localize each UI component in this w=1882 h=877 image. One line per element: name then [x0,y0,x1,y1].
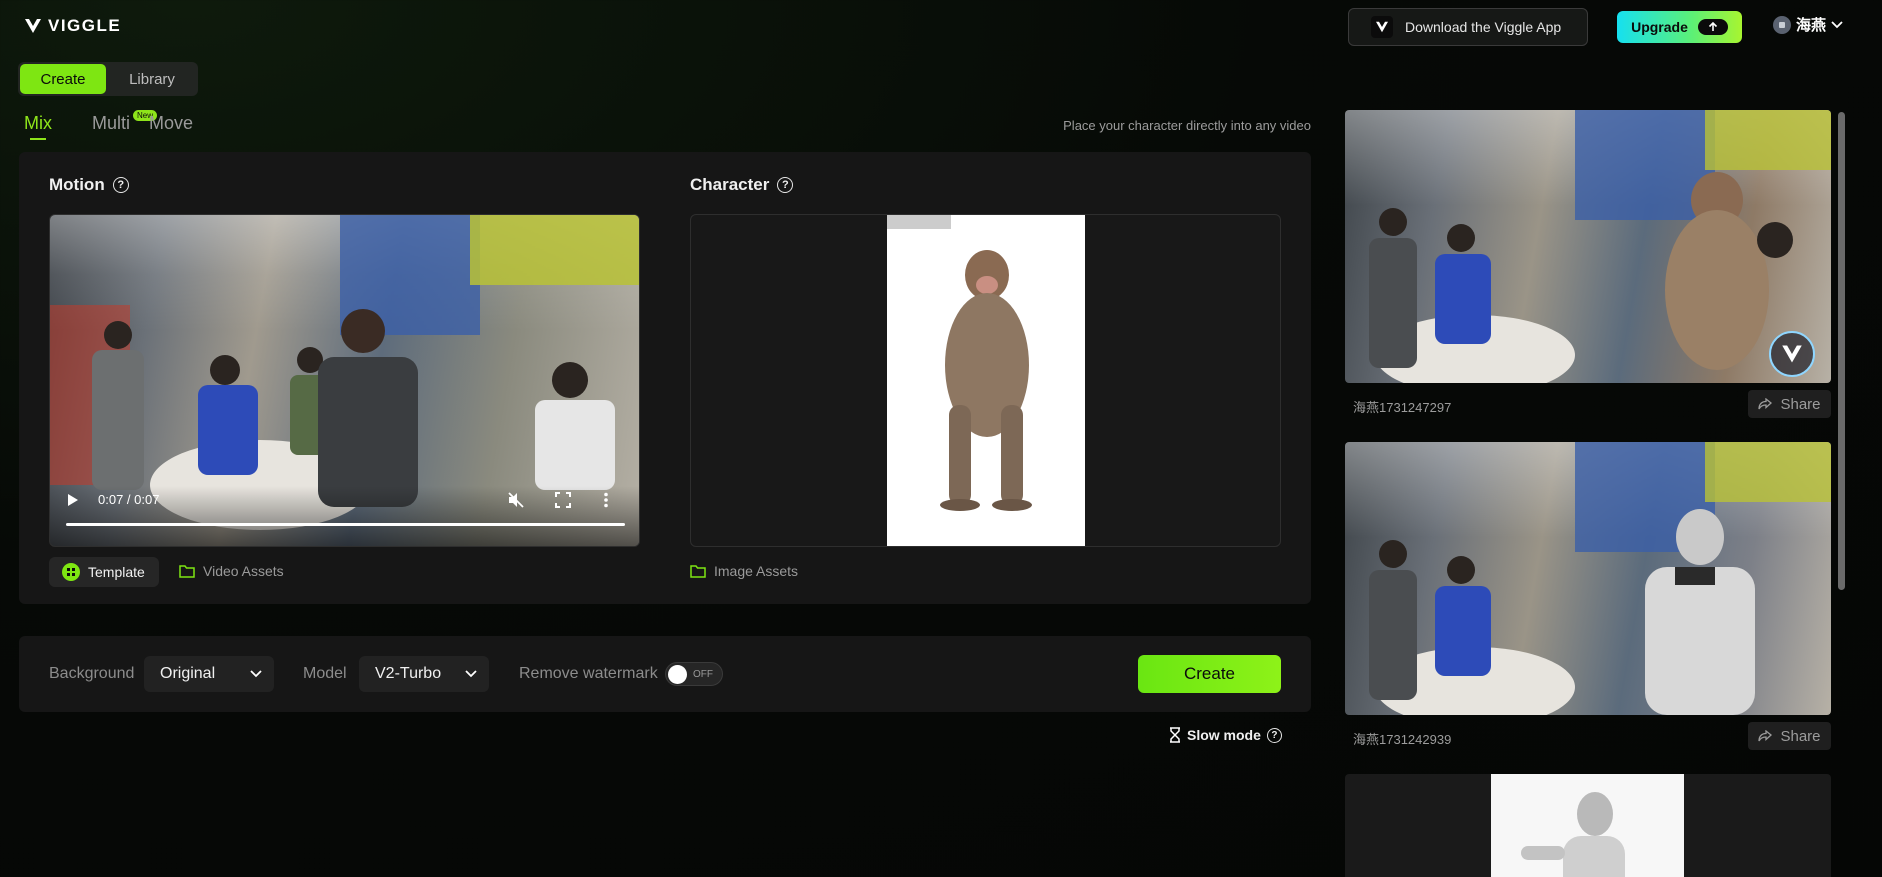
video-assets-link[interactable]: Video Assets [179,563,284,579]
share-label: Share [1780,395,1821,413]
help-icon[interactable]: ? [777,177,794,193]
user-name: 海燕 [1796,17,1827,34]
character-thumbnail [1491,774,1684,877]
viggle-badge-icon [1769,331,1815,377]
tab-mix[interactable]: Mix [24,113,52,140]
share-icon [1758,730,1773,742]
tab-multi[interactable]: Multi New [92,110,158,134]
arrow-up-icon [1697,19,1728,35]
help-icon[interactable]: ? [112,177,129,193]
toggle-state: OFF [693,668,713,680]
remove-watermark-label: Remove watermark [519,665,658,682]
create-tab[interactable]: Create [20,64,106,94]
tab-multi-label: Multi [92,113,131,133]
create-button[interactable]: Create [1138,655,1281,693]
model-value: V2-Turbo [375,665,442,682]
gallery-video-thumbnail[interactable] [1345,442,1831,715]
character-image [887,215,1085,546]
fullscreen-icon[interactable] [555,492,571,508]
brand-name: VIGGLE [48,16,122,35]
tab-move[interactable]: Move [149,113,193,134]
background-value: Original [160,665,216,682]
share-icon [1758,398,1773,410]
character-preview[interactable] [690,214,1281,547]
more-options-icon[interactable] [603,492,609,508]
viggle-logo[interactable]: VIGGLE [24,16,121,36]
chevron-down-icon [250,670,262,678]
motion-heading: Motion ? [49,175,129,195]
model-label: Model [303,665,347,682]
gallery-video-thumbnail[interactable] [1345,774,1831,877]
video-assets-label: Video Assets [203,563,284,579]
template-label: Template [88,564,145,580]
model-select[interactable]: V2-Turbo [359,656,489,692]
folder-icon [179,565,195,578]
motion-video-player[interactable]: 0:07 / 0:07 [49,214,640,547]
video-time: 0:07 / 0:07 [98,492,160,507]
slow-mode[interactable]: Slow mode ? [1169,727,1282,743]
upgrade-button[interactable]: Upgrade [1617,11,1742,43]
chevron-down-icon [465,670,477,678]
mode-subtabs: Mix Multi New Move [24,110,193,140]
gallery-item-name: 海燕1731247297 [1353,400,1452,415]
folder-icon [690,565,706,578]
chevron-down-icon [1831,20,1843,28]
gallery-scrollbar[interactable] [1838,112,1845,590]
share-button[interactable]: Share [1748,390,1831,418]
slow-mode-label: Slow mode [1187,727,1261,743]
download-app-button[interactable]: Download the Viggle App [1348,8,1588,46]
mode-toggle: Create Library [18,62,198,96]
image-assets-link[interactable]: Image Assets [690,563,798,579]
download-app-label: Download the Viggle App [1405,19,1562,35]
motion-title: Motion [49,175,105,194]
toggle-knob [668,664,687,684]
help-icon[interactable]: ? [1266,727,1282,743]
gallery-video-thumbnail[interactable] [1345,110,1831,383]
character-title: Character [690,175,770,194]
gallery-item-name: 海燕1731242939 [1353,732,1452,747]
image-assets-label: Image Assets [714,563,799,579]
share-label: Share [1780,727,1821,745]
avatar [1773,15,1791,34]
background-label: Background [49,665,135,682]
app-v-icon [1371,16,1393,38]
share-button[interactable]: Share [1748,722,1831,750]
play-icon[interactable] [67,493,79,507]
user-menu[interactable]: 海燕 [1773,14,1843,35]
mute-icon[interactable] [507,491,525,509]
template-icon [62,563,80,581]
library-tab[interactable]: Library [110,64,194,94]
hourglass-icon [1170,727,1180,743]
upgrade-label: Upgrade [1631,19,1688,35]
viggle-v-icon [25,19,41,33]
mix-hint: Place your character directly into any v… [1063,118,1311,133]
remove-watermark-toggle[interactable]: OFF [665,662,723,686]
character-heading: Character ? [690,175,794,195]
template-button[interactable]: Template [49,557,159,587]
video-progress-bar[interactable] [66,523,625,526]
background-select[interactable]: Original [144,656,274,692]
